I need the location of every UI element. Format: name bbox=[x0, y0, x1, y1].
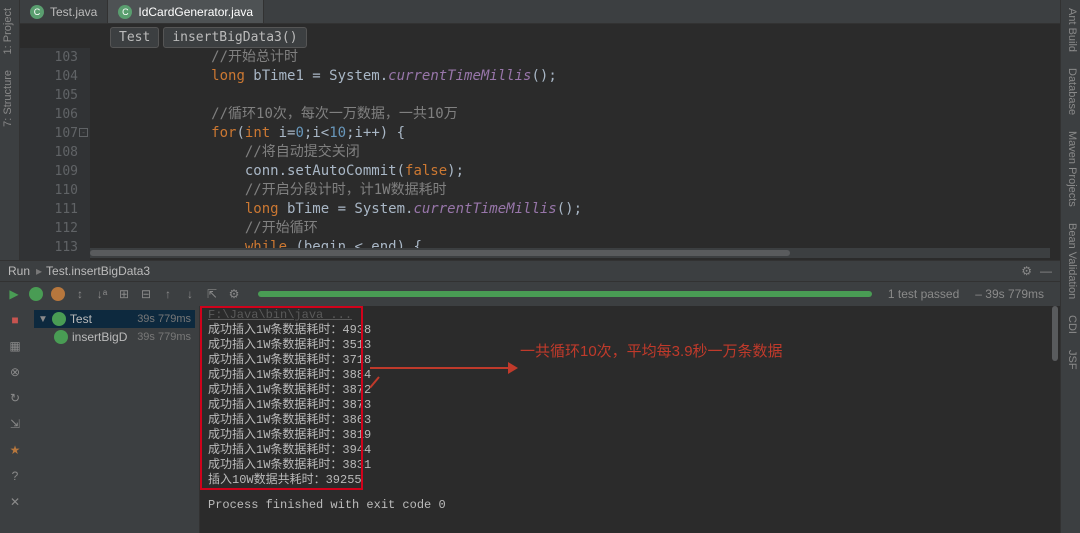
tree-root-label: Test bbox=[70, 312, 92, 326]
console-line: 成功插入1W条数据耗时：3872 bbox=[208, 383, 1052, 398]
sidebar-tab-ant[interactable]: Ant Build bbox=[1061, 0, 1080, 60]
test-status-time: – 39s 779ms bbox=[975, 287, 1044, 301]
toggle-2-icon[interactable] bbox=[50, 286, 66, 302]
star-icon[interactable]: ★ bbox=[7, 442, 23, 458]
console-line: 成功插入1W条数据耗时：3819 bbox=[208, 428, 1052, 443]
scrollbar-thumb[interactable] bbox=[1052, 306, 1058, 361]
test-ok-icon bbox=[54, 330, 68, 344]
tree-child-label: insertBigD bbox=[72, 330, 127, 344]
tree-child-row[interactable]: insertBigD 39s 779ms bbox=[34, 328, 195, 346]
tree-root-row[interactable]: ▼ Test 39s 779ms bbox=[34, 310, 195, 328]
editor-tab-test[interactable]: C Test.java bbox=[20, 0, 108, 23]
layout-icon[interactable]: ▦ bbox=[7, 338, 23, 354]
annotation-arrow-head bbox=[508, 362, 518, 374]
test-tree[interactable]: ▼ Test 39s 779ms insertBigD 39s 779ms bbox=[30, 306, 200, 533]
sort-alpha-icon[interactable]: ↓ᵃ bbox=[94, 286, 110, 302]
editor-tabs: C Test.java C IdCardGenerator.java bbox=[20, 0, 1060, 24]
more-icon[interactable]: ⚙ bbox=[226, 286, 242, 302]
code-editor[interactable]: 103 104 105 106 107- 108 109 110 111 112… bbox=[20, 48, 1060, 260]
console-command: F:\Java\bin\java ... bbox=[208, 308, 1052, 323]
tree-root-time: 39s 779ms bbox=[137, 313, 191, 325]
console-vertical-scrollbar[interactable] bbox=[1050, 306, 1060, 533]
chevron-down-icon[interactable]: ▼ bbox=[38, 314, 48, 325]
history-icon[interactable]: ↻ bbox=[7, 390, 23, 406]
sidebar-tab-project[interactable]: 1: Project bbox=[0, 0, 16, 62]
collapse-icon[interactable]: ⊟ bbox=[138, 286, 154, 302]
next-icon[interactable]: ↓ bbox=[182, 286, 198, 302]
sidebar-tab-structure[interactable]: 7: Structure bbox=[0, 62, 16, 135]
console-line: 成功插入1W条数据耗时：3944 bbox=[208, 443, 1052, 458]
right-tool-sidebar: Ant Build Database Maven Projects Bean V… bbox=[1060, 0, 1080, 533]
test-progress-bar bbox=[258, 291, 872, 297]
run-config-name: Test.insertBigData3 bbox=[46, 264, 150, 278]
close-icon[interactable]: ✕ bbox=[7, 494, 23, 510]
sidebar-tab-bean[interactable]: Bean Validation bbox=[1061, 215, 1080, 307]
run-tool-header: Run ▸ Test.insertBigData3 ⚙ — bbox=[0, 260, 1060, 282]
prev-icon[interactable]: ↑ bbox=[160, 286, 176, 302]
breadcrumb-method[interactable]: insertBigData3() bbox=[163, 27, 306, 48]
console-line: 成功插入1W条数据耗时：4938 bbox=[208, 323, 1052, 338]
console-line: 成功插入1W条数据耗时：3831 bbox=[208, 458, 1052, 473]
rerun-icon[interactable]: ▶ bbox=[6, 286, 22, 302]
annotation-arrow bbox=[370, 367, 515, 369]
breadcrumb: Test insertBigData3() bbox=[110, 26, 307, 48]
editor-horizontal-scrollbar[interactable] bbox=[90, 248, 1050, 258]
console-line: 成功插入1W条数据耗时：3863 bbox=[208, 413, 1052, 428]
editor-tab-label: IdCardGenerator.java bbox=[138, 5, 253, 19]
settings-icon[interactable]: ⚙ bbox=[1021, 264, 1032, 278]
run-left-toolbar: ■ ▦ ⊗ ↻ ⇲ ★ ? ✕ bbox=[0, 306, 30, 533]
import-icon[interactable]: ⇲ bbox=[7, 416, 23, 432]
sort-icon[interactable]: ↕ bbox=[72, 286, 88, 302]
run-toolbar: ▶ ↕ ↓ᵃ ⊞ ⊟ ↑ ↓ ⇱ ⚙ 1 test passed – 39s 7… bbox=[0, 282, 1060, 306]
fold-marker-icon[interactable]: - bbox=[79, 128, 88, 137]
run-label: Run bbox=[8, 264, 30, 278]
tree-child-time: 39s 779ms bbox=[137, 331, 191, 343]
sidebar-tab-database[interactable]: Database bbox=[1061, 60, 1080, 123]
toggle-1-icon[interactable] bbox=[28, 286, 44, 302]
run-config-icon: ▸ bbox=[36, 264, 42, 278]
console-line: 成功插入1W条数据耗时：3873 bbox=[208, 398, 1052, 413]
annotation-text: 一共循环10次，平均每3.9秒一万条数据 bbox=[520, 340, 783, 361]
sidebar-tab-cdi[interactable]: CDI bbox=[1061, 307, 1080, 342]
left-tool-sidebar: 1: Project 7: Structure bbox=[0, 0, 20, 260]
sidebar-tab-maven[interactable]: Maven Projects bbox=[1061, 123, 1080, 215]
line-gutter: 103 104 105 106 107- 108 109 110 111 112… bbox=[20, 48, 90, 260]
pin-icon[interactable]: ⊗ bbox=[7, 364, 23, 380]
breadcrumb-class[interactable]: Test bbox=[110, 27, 159, 48]
help-icon[interactable]: ? bbox=[7, 468, 23, 484]
console-line: 成功插入1W条数据耗时：3884 bbox=[208, 368, 1052, 383]
test-ok-icon bbox=[52, 312, 66, 326]
java-file-icon: C bbox=[30, 5, 44, 19]
test-status-passed: 1 test passed bbox=[888, 287, 959, 301]
expand-icon[interactable]: ⊞ bbox=[116, 286, 132, 302]
sidebar-tab-jsf[interactable]: JSF bbox=[1061, 342, 1080, 378]
export-icon[interactable]: ⇱ bbox=[204, 286, 220, 302]
stop-icon[interactable]: ■ bbox=[7, 312, 23, 328]
minimize-icon[interactable]: — bbox=[1040, 264, 1052, 278]
scrollbar-thumb[interactable] bbox=[90, 250, 790, 256]
editor-tab-label: Test.java bbox=[50, 5, 97, 19]
editor-tab-idcard[interactable]: C IdCardGenerator.java bbox=[108, 0, 264, 23]
console-line: 插入10W数据共耗时：39255 bbox=[208, 473, 1052, 488]
console-exit: Process finished with exit code 0 bbox=[208, 498, 1052, 513]
java-file-icon: C bbox=[118, 5, 132, 19]
code-content[interactable]: //开始总计时 long bTime1 = System.currentTime… bbox=[90, 48, 1060, 260]
